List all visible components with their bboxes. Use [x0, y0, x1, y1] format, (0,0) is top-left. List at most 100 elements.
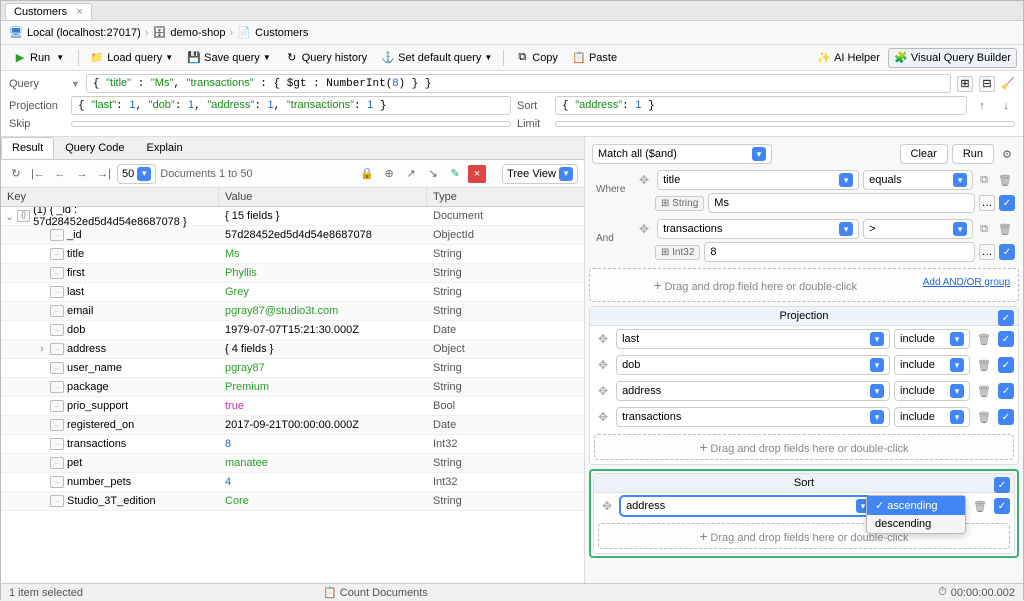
tree-row[interactable]: ..number_pets4Int32 — [1, 473, 584, 492]
sort-desc-icon[interactable]: ↓ — [997, 97, 1015, 115]
document-tab[interactable]: Customers × — [5, 3, 92, 20]
export-icon[interactable]: ↗ — [402, 165, 420, 183]
tree-key[interactable]: (1) { _id : 57d28452ed5d4d54e8687078 } — [33, 207, 215, 228]
count-documents-button[interactable]: 📋 Count Documents — [323, 586, 428, 599]
proj-field-select[interactable]: last▾ — [616, 329, 890, 349]
where-op-select[interactable]: >▾ — [863, 219, 973, 239]
copy-button[interactable]: ⧉Copy — [509, 48, 564, 68]
crumb-collection[interactable]: Customers — [255, 27, 308, 39]
view-mode-select[interactable]: Tree View▾ — [502, 164, 578, 184]
tree-row[interactable]: ..user_namepgray87String — [1, 359, 584, 378]
where-field-select[interactable]: title▾ — [657, 170, 859, 190]
tree-row[interactable]: ..Studio_3T_editionCoreString — [1, 492, 584, 511]
tree-row[interactable]: ..titleMsString — [1, 245, 584, 264]
match-mode-select[interactable]: Match all ($and)▾ — [592, 144, 772, 164]
proj-include-select[interactable]: include▾ — [894, 407, 970, 427]
load-query-button[interactable]: 📁Load query▼ — [84, 48, 179, 68]
more-icon[interactable]: … — [979, 195, 995, 211]
drop-hint[interactable]: Drag and drop field here or double-click — [665, 281, 858, 293]
clause-checkbox[interactable]: ✓ — [999, 195, 1015, 211]
row-checkbox[interactable]: ✓ — [998, 357, 1014, 373]
tree-row[interactable]: ..emailpgray87@studio3t.comString — [1, 302, 584, 321]
clause-checkbox[interactable]: ✓ — [999, 244, 1015, 260]
tree-row[interactable]: ›..address{ 4 fields }Object — [1, 340, 584, 359]
lock-icon[interactable]: 🔒 — [358, 165, 376, 183]
trash-icon[interactable]: 🗑 — [974, 333, 994, 346]
query-input[interactable]: { "title" : "Ms", "transactions" : { $gt… — [86, 74, 951, 93]
close-icon[interactable]: × — [76, 6, 82, 18]
trash-icon[interactable]: 🗑 — [974, 359, 994, 372]
crumb-server[interactable]: Local (localhost:27017) — [27, 27, 141, 39]
copy-icon[interactable]: ⧉ — [977, 174, 991, 187]
delete-icon[interactable]: × — [468, 165, 486, 183]
where-value-input[interactable]: 8 — [704, 242, 975, 262]
tree-row[interactable]: ..petmanateeString — [1, 454, 584, 473]
where-field-select[interactable]: transactions▾ — [657, 219, 859, 239]
trash-icon[interactable]: 🗑 — [995, 174, 1015, 187]
expand-icon[interactable]: › — [37, 343, 47, 355]
row-checkbox[interactable]: ✓ — [994, 498, 1010, 514]
projection-checkbox[interactable]: ✓ — [998, 310, 1014, 326]
drag-handle-icon[interactable]: ✥ — [635, 222, 653, 236]
tree-row[interactable]: ..lastGreyString — [1, 283, 584, 302]
type-label[interactable]: ⊞ String — [655, 196, 704, 211]
query-option-2[interactable]: ⊟ — [979, 76, 995, 92]
copy-icon[interactable]: ⧉ — [977, 223, 991, 236]
type-label[interactable]: ⊞ Int32 — [655, 245, 700, 260]
projection-input[interactable]: { "last": 1, "dob": 1, "address": 1, "tr… — [71, 96, 511, 115]
tree-row[interactable]: ..transactions8Int32 — [1, 435, 584, 454]
set-default-button[interactable]: ⚓Set default query▼ — [375, 48, 498, 68]
page-size-select[interactable]: 50▾ — [117, 164, 156, 184]
tab-query-code[interactable]: Query Code — [54, 137, 135, 159]
proj-field-select[interactable]: dob▾ — [616, 355, 890, 375]
paste-button[interactable]: 📋Paste — [566, 48, 623, 68]
trash-icon[interactable]: 🗑 — [970, 500, 990, 513]
gear-icon[interactable]: ⚙ — [998, 145, 1016, 163]
drag-handle-icon[interactable]: ✥ — [594, 410, 612, 424]
brush-icon[interactable]: 🧹 — [1001, 77, 1015, 91]
run-button[interactable]: Run — [952, 144, 994, 164]
sort-asc-option[interactable]: ✓ ascending — [867, 496, 965, 515]
last-page-icon[interactable]: →| — [95, 165, 113, 183]
collapse-icon[interactable]: ▼ — [71, 79, 80, 89]
more-icon[interactable]: … — [979, 244, 995, 260]
tree-row[interactable]: ..packagePremiumString — [1, 378, 584, 397]
proj-field-select[interactable]: address▾ — [616, 381, 890, 401]
query-history-button[interactable]: ↻Query history — [279, 48, 373, 68]
proj-include-select[interactable]: include▾ — [894, 355, 970, 375]
run-button[interactable]: ▶Run▼ — [7, 48, 73, 68]
query-option-1[interactable]: ⊞ — [957, 76, 973, 92]
tree-row[interactable]: ..firstPhyllisString — [1, 264, 584, 283]
row-checkbox[interactable]: ✓ — [998, 409, 1014, 425]
sort-desc-option[interactable]: descending — [867, 515, 965, 533]
drop-hint[interactable]: Drag and drop fields here or double-clic… — [710, 443, 908, 455]
edit-icon[interactable]: ✎ — [446, 165, 464, 183]
clear-button[interactable]: Clear — [900, 144, 948, 164]
where-op-select[interactable]: equals▾ — [863, 170, 973, 190]
drag-handle-icon[interactable]: ✥ — [598, 499, 616, 513]
import-icon[interactable]: ↘ — [424, 165, 442, 183]
row-checkbox[interactable]: ✓ — [998, 331, 1014, 347]
first-page-icon[interactable]: |← — [29, 165, 47, 183]
proj-include-select[interactable]: include▾ — [894, 381, 970, 401]
next-page-icon[interactable]: → — [73, 165, 91, 183]
save-query-button[interactable]: 💾Save query▼ — [181, 48, 277, 68]
tree-row[interactable]: ..registered_on2017-09-21T00:00:00.000ZD… — [1, 416, 584, 435]
skip-input[interactable] — [71, 121, 511, 127]
tab-explain[interactable]: Explain — [136, 137, 194, 159]
sort-asc-icon[interactable]: ↑ — [973, 97, 991, 115]
tree-row[interactable]: ..prio_supporttrueBool — [1, 397, 584, 416]
sort-input[interactable]: { "address": 1 } — [555, 96, 967, 115]
add-doc-icon[interactable]: ⊕ — [380, 165, 398, 183]
crumb-db[interactable]: demo-shop — [170, 27, 225, 39]
trash-icon[interactable]: 🗑 — [974, 411, 994, 424]
collapse-icon[interactable]: ⌄ — [5, 210, 14, 223]
row-checkbox[interactable]: ✓ — [998, 383, 1014, 399]
drag-handle-icon[interactable]: ✥ — [594, 384, 612, 398]
tree-row[interactable]: ..dob1979-07-07T15:21:30.000ZDate — [1, 321, 584, 340]
tab-result[interactable]: Result — [1, 137, 54, 159]
tree-row[interactable]: .._id57d28452ed5d4d54e8687078ObjectId — [1, 226, 584, 245]
proj-field-select[interactable]: transactions▾ — [616, 407, 890, 427]
visual-query-builder-button[interactable]: 🧩Visual Query Builder — [888, 48, 1017, 68]
drag-handle-icon[interactable]: ✥ — [594, 358, 612, 372]
